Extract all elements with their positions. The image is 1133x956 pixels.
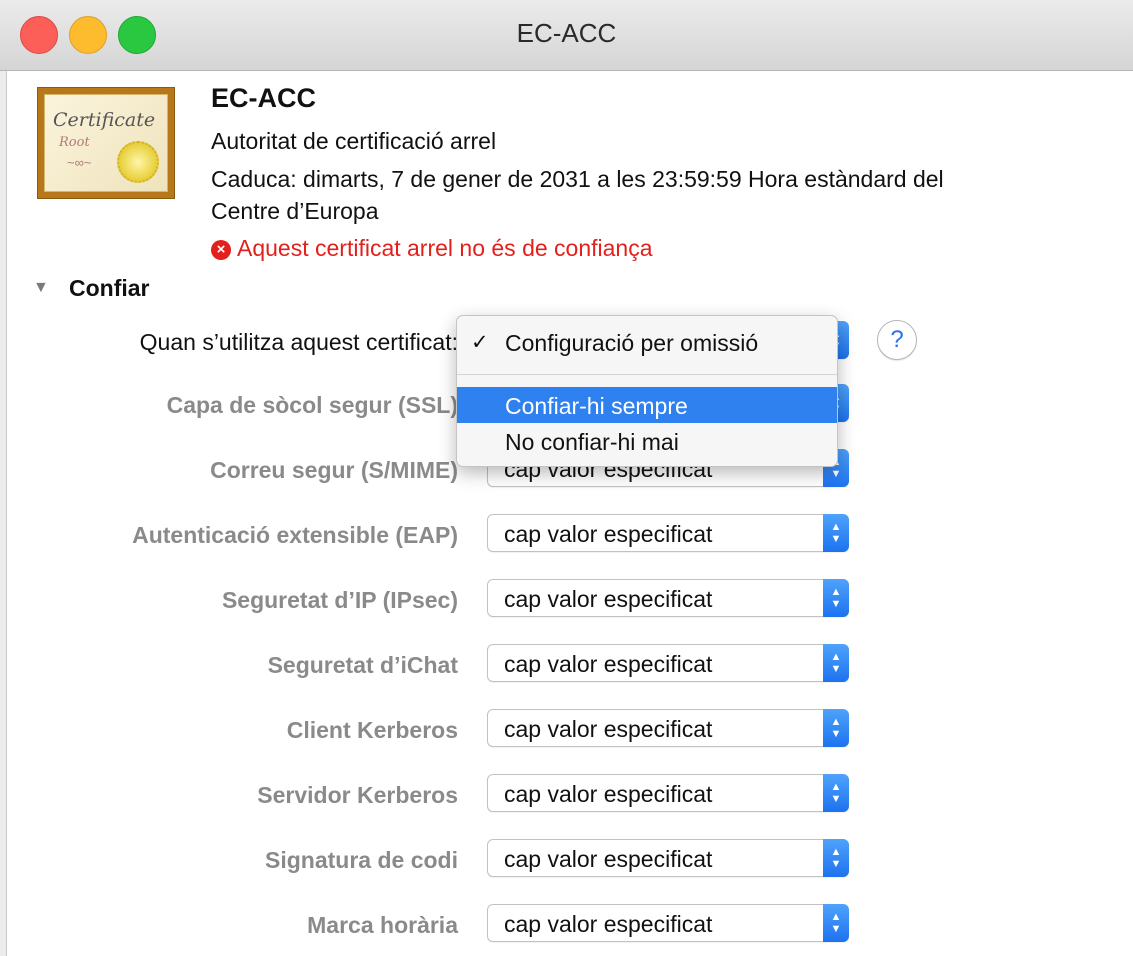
trust-setting-value: cap valor especificat (504, 586, 713, 612)
trust-setting-label: Autenticació extensible (EAP) (132, 522, 458, 548)
menu-item-label: Configuració per omissió (505, 330, 759, 356)
title-bar[interactable]: EC-ACC (0, 0, 1133, 71)
trust-setting-popup[interactable]: cap valor especificat ▲▼ (487, 644, 849, 682)
flourish-icon: ~∞~ (67, 155, 92, 170)
trust-setting-label: Seguretat d’iChat (267, 652, 458, 678)
certificate-icon-subtext: Root (59, 135, 90, 150)
popup-stepper-icon: ▲▼ (823, 579, 849, 617)
menu-item-label: Confiar-hi sempre (505, 393, 688, 419)
trust-setting-label: Servidor Kerberos (257, 782, 458, 808)
trust-setting-value: cap valor especificat (504, 651, 713, 677)
trust-setting-label: Capa de sòcol segur (SSL) (166, 392, 458, 418)
popup-stepper-icon: ▲▼ (823, 839, 849, 877)
trust-setting-value: cap valor especificat (504, 716, 713, 742)
trust-setting-label: Seguretat d’IP (IPsec) (221, 587, 458, 613)
popup-stepper-icon: ▲▼ (823, 904, 849, 942)
certificate-icon: Certificate Root ~∞~ (37, 87, 175, 199)
when-using-label: Quan s’utilitza aquest certificat: (139, 329, 458, 355)
certificate-icon-text: Certificate (53, 109, 156, 131)
popup-stepper-icon: ▲▼ (823, 644, 849, 682)
trust-setting-popup[interactable]: cap valor especificat ▲▼ (487, 774, 849, 812)
certificate-expiry: Caduca: dimarts, 7 de gener de 2031 a le… (211, 166, 944, 192)
certificate-expiry-continued: Centre d’Europa (211, 198, 379, 224)
trust-setting-label: Client Kerberos (286, 717, 458, 743)
trust-dropdown-menu: ✓ Configuració per omissió Confiar-hi se… (456, 315, 838, 467)
checkmark-icon: ✓ (471, 331, 489, 354)
certificate-window: EC-ACC Certificate Root ~∞~ EC-ACC Autor… (0, 0, 1133, 956)
trust-setting-value: cap valor especificat (504, 521, 713, 547)
seal-icon (117, 141, 159, 183)
trust-warning: × Aquest certificat arrel no és de confia… (211, 235, 653, 262)
certificate-type: Autoritat de certificació arrel (211, 128, 497, 154)
error-icon: × (211, 240, 231, 260)
trust-setting-popup[interactable]: cap valor especificat ▲▼ (487, 579, 849, 617)
trust-setting-label: Marca horària (307, 912, 458, 938)
menu-separator (457, 374, 837, 375)
disclosure-triangle-icon[interactable]: ▼ (33, 279, 49, 297)
trust-setting-value: cap valor especificat (504, 781, 713, 807)
popup-stepper-icon: ▲▼ (823, 774, 849, 812)
menu-item-default[interactable]: ✓ Configuració per omissió (457, 324, 837, 360)
trust-setting-popup[interactable]: cap valor especificat ▲▼ (487, 709, 849, 747)
trust-setting-popup[interactable]: cap valor especificat ▲▼ (487, 904, 849, 942)
popup-stepper-icon: ▲▼ (823, 709, 849, 747)
trust-setting-value: cap valor especificat (504, 911, 713, 937)
trust-warning-text: Aquest certificat arrel no és de confian… (237, 235, 653, 261)
window-title: EC-ACC (516, 18, 617, 48)
trust-setting-value: cap valor especificat (504, 846, 713, 872)
trust-setting-popup[interactable]: cap valor especificat ▲▼ (487, 514, 849, 552)
trust-section-title[interactable]: Confiar (69, 275, 150, 302)
trust-setting-label: Correu segur (S/MIME) (210, 457, 458, 483)
certificate-name: EC-ACC (211, 83, 316, 113)
menu-item-always-trust[interactable]: Confiar-hi sempre (457, 387, 837, 423)
menu-item-never-trust[interactable]: No confiar-hi mai (457, 423, 837, 459)
trust-setting-label: Signatura de codi (265, 847, 458, 873)
menu-item-label: No confiar-hi mai (505, 429, 679, 455)
trust-setting-popup[interactable]: cap valor especificat ▲▼ (487, 839, 849, 877)
help-button[interactable]: ? (877, 320, 917, 360)
certificate-content: Certificate Root ~∞~ EC-ACC Autoritat de… (6, 71, 1133, 956)
popup-stepper-icon: ▲▼ (823, 514, 849, 552)
